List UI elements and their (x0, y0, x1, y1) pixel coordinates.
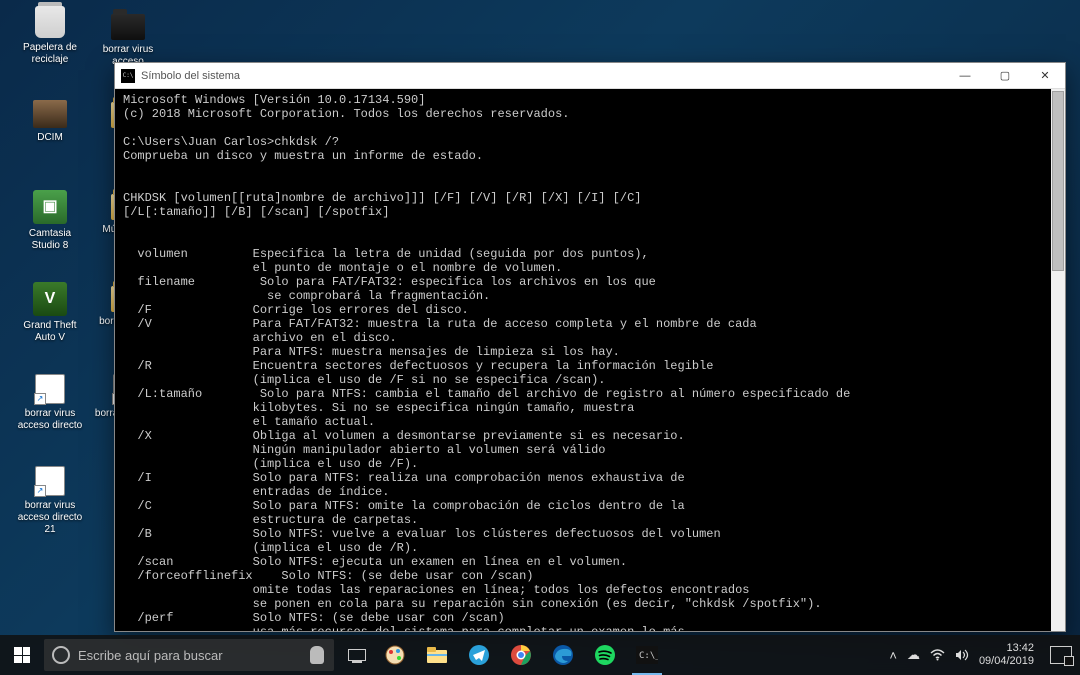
chrome-icon[interactable] (500, 635, 542, 675)
taskbar-pinned-apps: C:\_ (374, 635, 668, 675)
search-placeholder: Escribe aquí para buscar (78, 648, 300, 663)
desktop-icon-label: Papelera de reciclaje (14, 42, 86, 66)
close-button[interactable]: ✕ (1025, 63, 1065, 89)
minimize-button[interactable]: — (945, 63, 985, 89)
desktop-icon[interactable]: borrar virus acceso (92, 10, 164, 68)
action-center-icon[interactable] (1050, 646, 1072, 664)
spotify-icon[interactable] (584, 635, 626, 675)
window-title: Símbolo del sistema (141, 70, 945, 82)
task-view-button[interactable] (340, 635, 374, 675)
explorer-icon[interactable] (416, 635, 458, 675)
desktop-icon-label: Grand Theft Auto V (14, 320, 86, 344)
cortana-icon (52, 646, 70, 664)
svg-text:C:\_: C:\_ (639, 651, 658, 661)
windows-logo-icon (14, 647, 30, 663)
desktop-icon-label: borrar virus acceso directo (14, 408, 86, 432)
telegram-icon[interactable] (458, 635, 500, 675)
desktop-icon[interactable]: DCIM (14, 98, 86, 144)
desktop-icon[interactable]: ▣Camtasia Studio 8 (14, 190, 86, 252)
cmd-icon (121, 69, 135, 83)
cmd-icon[interactable]: C:\_ (626, 635, 668, 675)
maximize-button[interactable]: ▢ (985, 63, 1025, 89)
start-button[interactable] (0, 635, 44, 675)
scrollbar-thumb[interactable] (1052, 91, 1064, 271)
desktop-icon-label: borrar virus acceso directo 21 (14, 500, 86, 536)
desktop-icon[interactable]: VGrand Theft Auto V (14, 282, 86, 344)
scrollbar[interactable] (1051, 89, 1065, 631)
mic-icon[interactable] (310, 646, 324, 664)
desktop-icon-label: DCIM (14, 132, 86, 144)
command-prompt-window: Símbolo del sistema — ▢ ✕ Microsoft Wind… (114, 62, 1066, 632)
search-box[interactable]: Escribe aquí para buscar (44, 639, 334, 671)
desktop-icon-label: Camtasia Studio 8 (14, 228, 86, 252)
clock-date[interactable]: 09/04/2019 (979, 655, 1034, 668)
desktop-icon[interactable]: borrar virus acceso directo (14, 374, 86, 432)
console-output[interactable]: Microsoft Windows [Versión 10.0.17134.59… (115, 89, 1065, 631)
desktop-icon[interactable]: borrar virus acceso directo 21 (14, 466, 86, 536)
desktop-icon[interactable]: Papelera de reciclaje (14, 6, 86, 66)
edge-icon[interactable] (542, 635, 584, 675)
paint-icon[interactable] (374, 635, 416, 675)
taskbar: Escribe aquí para buscar C:\_ ˄ ☁ 13:42 … (0, 635, 1080, 675)
tray-up-icon[interactable]: ˄ (889, 648, 897, 663)
wifi-icon[interactable] (930, 649, 945, 661)
clock-time[interactable]: 13:42 (979, 642, 1034, 655)
onedrive-icon[interactable]: ☁ (907, 647, 920, 663)
system-tray: ˄ ☁ 13:42 09/04/2019 (889, 642, 1080, 668)
titlebar[interactable]: Símbolo del sistema — ▢ ✕ (115, 63, 1065, 89)
volume-icon[interactable] (955, 649, 969, 661)
